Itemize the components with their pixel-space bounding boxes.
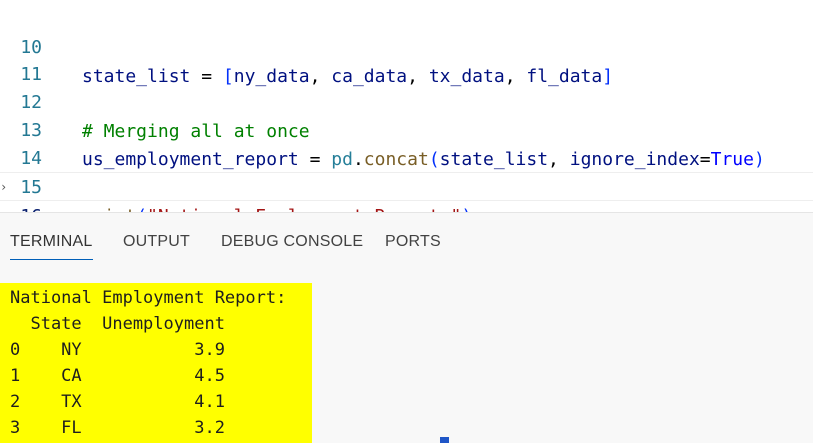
terminal-line: 0 NY 3.9 bbox=[10, 340, 225, 360]
code-line-13[interactable]: 13 us_employment_report = pd.concat(stat… bbox=[0, 87, 813, 170]
code-line-15[interactable]: 15 print("National Employment Report:") bbox=[0, 144, 813, 227]
terminal-line: State Unemployment bbox=[10, 314, 225, 334]
code-line-12[interactable]: 12 # Merging all at once bbox=[0, 59, 813, 142]
code-line-11[interactable]: 11 bbox=[0, 31, 813, 85]
current-line-indicator-icon: › bbox=[0, 180, 8, 194]
terminal-line: 1 CA 4.5 bbox=[10, 366, 225, 386]
panel-tabs: TERMINAL OUTPUT DEBUG CONSOLE PORTS bbox=[0, 213, 813, 263]
tab-output[interactable]: OUTPUT bbox=[123, 233, 190, 257]
terminal-cursor bbox=[440, 437, 449, 443]
terminal-line: 3 FL 3.2 bbox=[10, 418, 225, 438]
terminal-line: National Employment Report: bbox=[10, 288, 287, 308]
code-line-14[interactable]: 14 bbox=[0, 115, 813, 169]
code-line-10[interactable]: 10 state_list = [ny_data, ca_data, tx_da… bbox=[0, 4, 813, 87]
code-line-16[interactable]: 16 print(us_employment_report) bbox=[0, 172, 813, 256]
tab-terminal[interactable]: TERMINAL bbox=[10, 233, 93, 260]
tab-debug-console[interactable]: DEBUG CONSOLE bbox=[221, 233, 363, 257]
code-editor[interactable]: 10 state_list = [ny_data, ca_data, tx_da… bbox=[0, 0, 813, 256]
terminal-output-highlight[interactable]: National Employment Report: State Unempl… bbox=[0, 283, 312, 443]
bottom-panel: TERMINAL OUTPUT DEBUG CONSOLE PORTS Nati… bbox=[0, 212, 813, 443]
terminal-line: 2 TX 4.1 bbox=[10, 392, 225, 412]
tab-ports[interactable]: PORTS bbox=[385, 233, 441, 257]
